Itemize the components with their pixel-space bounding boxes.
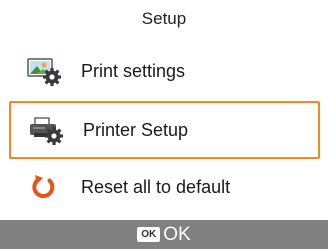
menu-item-label: Printer Setup <box>83 120 189 140</box>
setup-screen: Setup Print settings Printer Setup Reset… <box>0 0 328 249</box>
menu-item-printer-setup[interactable]: Printer Setup <box>9 101 320 159</box>
ok-label: OK <box>163 224 191 245</box>
menu-item-print-settings[interactable]: Print settings <box>9 42 320 100</box>
menu-item-label: Reset all to default <box>81 177 231 197</box>
printer-setup-icon <box>29 115 65 145</box>
reset-icon <box>27 172 63 202</box>
menu-item-label: Print settings <box>81 61 186 81</box>
menu-item-reset-all[interactable]: Reset all to default <box>9 158 320 216</box>
page-title: Setup <box>141 9 187 28</box>
footer-bar: OK OK <box>0 220 328 249</box>
print-settings-icon <box>27 56 63 86</box>
ok-button-badge[interactable]: OK <box>137 227 161 242</box>
